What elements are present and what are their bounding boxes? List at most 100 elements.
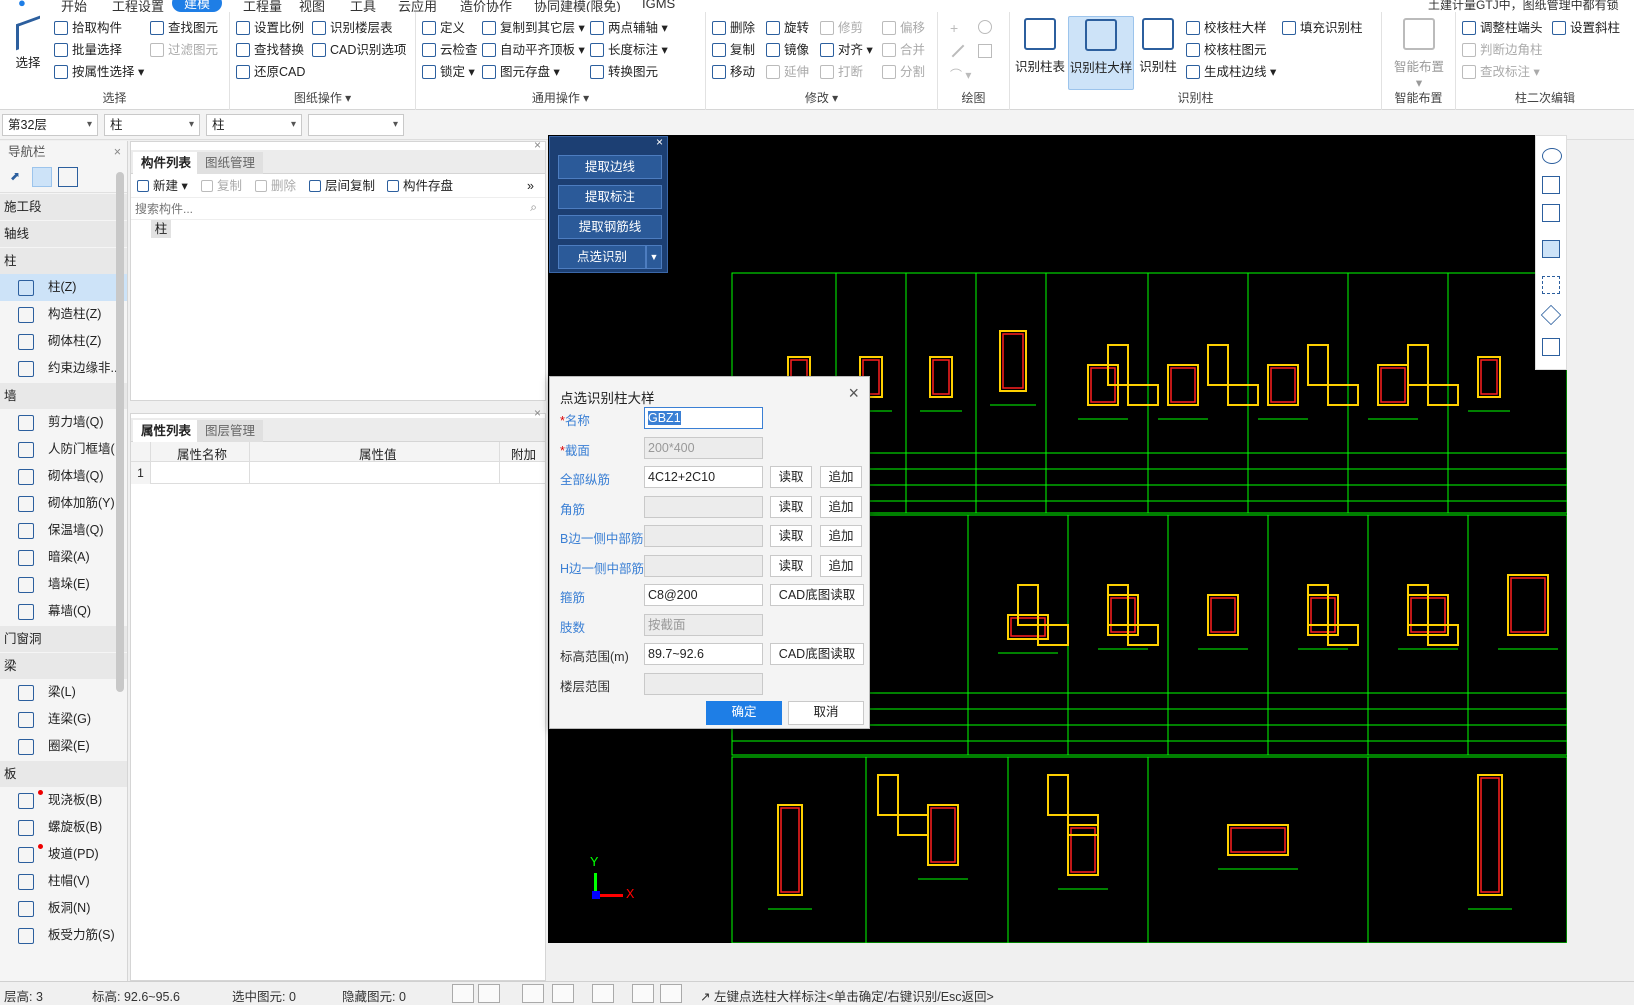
point-recognize-button[interactable]: 点选识别 bbox=[558, 245, 646, 269]
cube-icon[interactable] bbox=[1540, 304, 1562, 326]
nav-scrollbar[interactable] bbox=[116, 172, 124, 692]
extract-annotation-button[interactable]: 提取标注 bbox=[558, 185, 662, 209]
fit-view-icon[interactable] bbox=[1542, 276, 1560, 294]
menu-item[interactable]: 协同建模(限免) bbox=[534, 0, 621, 12]
nav-category[interactable]: 施工段 bbox=[0, 193, 127, 220]
name-field[interactable]: GBZ1 bbox=[644, 407, 763, 429]
view-3d-icon[interactable] bbox=[1542, 176, 1560, 194]
nav-item[interactable]: 现浇板(B) bbox=[0, 787, 127, 814]
tab-drawing-manage[interactable]: 图纸管理 bbox=[197, 152, 264, 174]
close-icon[interactable]: × bbox=[534, 138, 541, 152]
stirrup-field[interactable]: C8@200 bbox=[644, 584, 763, 606]
circle-icon[interactable] bbox=[978, 20, 992, 34]
point-icon[interactable]: + bbox=[950, 20, 964, 36]
nav-item[interactable]: 砌体墙(Q) bbox=[0, 463, 127, 490]
view-box-icon[interactable] bbox=[1542, 204, 1560, 222]
find-replace-button[interactable]: 查找替换 bbox=[236, 40, 304, 60]
group-label[interactable]: 修改 ▾ bbox=[706, 89, 937, 106]
search-input[interactable] bbox=[133, 200, 523, 218]
batch-select-button[interactable]: 批量选择 bbox=[54, 40, 122, 60]
subtype-select[interactable]: 柱 bbox=[206, 114, 302, 136]
adjust-column-end-button[interactable]: 调整柱端头 bbox=[1462, 18, 1543, 38]
menu-item[interactable]: 工程设置 bbox=[112, 0, 164, 12]
two-point-axis-button[interactable]: 两点辅轴 ▾ bbox=[590, 18, 668, 38]
append-button[interactable]: 追加 bbox=[820, 496, 862, 518]
read-button[interactable]: 读取 bbox=[770, 525, 812, 547]
save-component-button[interactable]: 构件存盘 bbox=[387, 174, 453, 198]
table-row[interactable]: 1 bbox=[131, 462, 545, 484]
convert-element-button[interactable]: 转换图元 bbox=[590, 62, 658, 82]
close-icon[interactable]: × bbox=[656, 135, 663, 149]
nav-item[interactable]: 保温墙(Q) bbox=[0, 517, 127, 544]
nav-item[interactable]: 柱帽(V) bbox=[0, 868, 127, 895]
floor-range-field[interactable] bbox=[644, 673, 763, 695]
read-button[interactable]: 读取 bbox=[770, 496, 812, 518]
nav-category[interactable]: 板 bbox=[0, 760, 127, 787]
dynamic-input-icon[interactable] bbox=[592, 984, 614, 1003]
group-label[interactable]: 通用操作 ▾ bbox=[416, 89, 705, 106]
nav-item[interactable]: 坡道(PD) bbox=[0, 841, 127, 868]
select-mode-icon[interactable] bbox=[632, 984, 654, 1003]
menu-item[interactable]: 云应用 bbox=[398, 0, 437, 12]
move-button[interactable]: 移动 bbox=[712, 62, 755, 82]
elevation-range-field[interactable]: 89.7~92.6 bbox=[644, 643, 763, 665]
lock-button[interactable]: 锁定 ▾ bbox=[422, 62, 475, 82]
merge-button[interactable]: 合并 bbox=[882, 40, 925, 60]
search-icon[interactable]: ⌕ bbox=[530, 200, 537, 215]
list-view-icon[interactable] bbox=[32, 167, 52, 187]
nav-category[interactable]: 门窗洞 bbox=[0, 625, 127, 652]
cancel-button[interactable]: 取消 bbox=[788, 701, 864, 725]
define-button[interactable]: 定义 bbox=[422, 18, 465, 38]
cloud-check-button[interactable]: 云检查 bbox=[422, 40, 478, 60]
append-button[interactable]: 追加 bbox=[820, 525, 862, 547]
rect-icon[interactable] bbox=[978, 44, 992, 58]
recognize-column-table-button[interactable]: 识别柱表 bbox=[1014, 16, 1066, 90]
restore-cad-button[interactable]: 还原CAD bbox=[236, 62, 305, 82]
find-element-button[interactable]: 查找图元 bbox=[150, 18, 218, 38]
break-button[interactable]: 打断 bbox=[820, 62, 863, 82]
nav-item[interactable]: 梁(L) bbox=[0, 679, 127, 706]
line-icon[interactable] bbox=[951, 44, 965, 58]
curve-icon[interactable] bbox=[660, 984, 682, 1003]
corner-rebar-field[interactable] bbox=[644, 496, 763, 518]
orbit-icon[interactable] bbox=[1542, 148, 1562, 164]
nav-category[interactable]: 柱 bbox=[0, 247, 127, 274]
view-solid-icon[interactable] bbox=[1542, 240, 1560, 258]
new-button[interactable]: 新建 ▾ bbox=[137, 174, 188, 198]
fill-recognize-column-button[interactable]: 填充识别柱 bbox=[1282, 18, 1363, 38]
b-side-rebar-field[interactable] bbox=[644, 525, 763, 547]
recognize-floor-table-button[interactable]: 识别楼层表 bbox=[312, 18, 393, 38]
delete-button[interactable]: 删除 bbox=[712, 18, 755, 38]
nav-item[interactable]: 暗梁(A) bbox=[0, 544, 127, 571]
nav-item[interactable]: 板洞(N) bbox=[0, 895, 127, 922]
tree-item-column[interactable]: 柱 bbox=[151, 220, 171, 238]
nav-item[interactable]: 柱(Z) bbox=[0, 274, 127, 301]
rotate-button[interactable]: 旋转 bbox=[766, 18, 809, 38]
more-icon[interactable]: » bbox=[527, 174, 534, 198]
judge-corner-column-button[interactable]: 判断边角柱 bbox=[1462, 40, 1543, 60]
extract-rebar-line-button[interactable]: 提取钢筋线 bbox=[558, 215, 662, 239]
type-select[interactable]: 柱 bbox=[104, 114, 200, 136]
tab-layer-manage[interactable]: 图层管理 bbox=[197, 420, 264, 442]
arc-icon[interactable]: ⌒ ▾ bbox=[950, 66, 971, 83]
all-rebar-field[interactable]: 4C12+2C10 bbox=[644, 466, 763, 488]
nav-item[interactable]: 连梁(G) bbox=[0, 706, 127, 733]
menu-item[interactable]: 工具 bbox=[350, 0, 376, 12]
append-button[interactable]: 追加 bbox=[820, 466, 862, 488]
menu-item[interactable]: 视图 bbox=[299, 0, 325, 12]
generate-column-edge-button[interactable]: 生成柱边线 ▾ bbox=[1186, 62, 1276, 82]
nav-item[interactable]: 板受力筋(S) bbox=[0, 922, 127, 949]
append-button[interactable]: 追加 bbox=[820, 555, 862, 577]
nav-category[interactable]: 墙 bbox=[0, 382, 127, 409]
h-side-rebar-field[interactable] bbox=[644, 555, 763, 577]
cad-options-button[interactable]: CAD识别选项 bbox=[312, 40, 406, 60]
tab-component-list[interactable]: 构件列表 bbox=[133, 152, 200, 174]
nav-item[interactable]: 约束边缘非... bbox=[0, 355, 127, 382]
tab-attribute-list[interactable]: 属性列表 bbox=[133, 420, 200, 442]
split-button[interactable]: 分割 bbox=[882, 62, 925, 82]
nav-item[interactable]: 幕墙(Q) bbox=[0, 598, 127, 625]
cad-read-button[interactable]: CAD底图读取 bbox=[770, 584, 864, 606]
nav-item[interactable]: 圈梁(E) bbox=[0, 733, 127, 760]
cross-icon[interactable] bbox=[522, 984, 544, 1003]
cad-read-button[interactable]: CAD底图读取 bbox=[770, 643, 864, 665]
